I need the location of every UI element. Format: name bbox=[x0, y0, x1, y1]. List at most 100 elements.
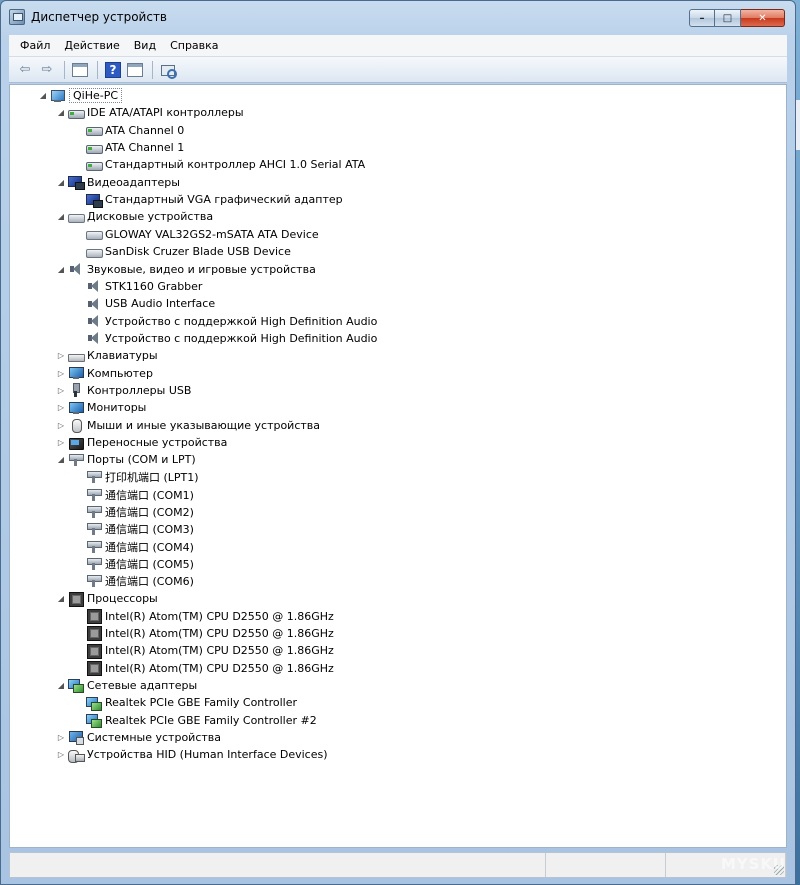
scan-hardware-icon bbox=[160, 62, 177, 79]
portable-icon bbox=[68, 436, 84, 450]
disk-icon bbox=[86, 227, 103, 241]
menu-action[interactable]: Действие bbox=[57, 36, 126, 56]
close-button[interactable]: ✕ bbox=[741, 9, 785, 27]
tree-device[interactable]: Intel(R) Atom(TM) CPU D2550 @ 1.86GHz bbox=[74, 608, 334, 625]
tree-category[interactable]: ◢ Порты (COM и LPT) bbox=[56, 451, 196, 468]
maximize-button[interactable]: □ bbox=[715, 9, 741, 27]
expand-arrow-icon[interactable]: ▷ bbox=[56, 347, 66, 364]
tree-category[interactable]: ▷ Контроллеры USB bbox=[56, 382, 191, 399]
tree-device[interactable]: 通信端口 (COM6) bbox=[74, 573, 194, 590]
title-bar[interactable]: Диспетчер устройств – □ ✕ bbox=[1, 1, 795, 33]
tree-device[interactable]: Realtek PCIe GBE Family Controller bbox=[74, 694, 297, 711]
back-button[interactable]: ⇦ bbox=[15, 60, 35, 80]
sound-icon bbox=[86, 314, 102, 328]
tree-device[interactable]: Intel(R) Atom(TM) CPU D2550 @ 1.86GHz bbox=[74, 642, 334, 659]
tree-item-label: Клавиатуры bbox=[87, 349, 158, 363]
tree-device[interactable]: STK1160 Grabber bbox=[74, 278, 202, 295]
tree-category[interactable]: ▷ Переносные устройства bbox=[56, 434, 227, 451]
collapse-arrow-icon[interactable]: ◢ bbox=[56, 208, 66, 225]
menu-view[interactable]: Вид bbox=[127, 36, 163, 56]
tree-device[interactable]: Устройство с поддержкой High Definition … bbox=[74, 313, 377, 330]
port-icon bbox=[86, 557, 102, 571]
collapse-arrow-icon[interactable]: ◢ bbox=[56, 451, 66, 468]
expand-arrow-icon[interactable]: ▷ bbox=[56, 434, 66, 451]
tree-device[interactable]: Стандартный VGA графический адаптер bbox=[74, 191, 343, 208]
tree-device[interactable]: ATA Channel 0 bbox=[74, 122, 184, 139]
tree-device[interactable]: 通信端口 (COM5) bbox=[74, 555, 194, 572]
tree-item-label: ATA Channel 1 bbox=[105, 141, 185, 155]
tree-device[interactable]: 通信端口 (COM3) bbox=[74, 521, 194, 538]
sound-icon bbox=[86, 279, 102, 293]
arrow-left-icon: ⇦ bbox=[19, 62, 31, 77]
show-hide-console-tree-button[interactable] bbox=[70, 60, 90, 80]
expand-arrow-icon[interactable]: ▷ bbox=[56, 729, 66, 746]
tree-item-label: Мыши и иные указывающие устройства bbox=[87, 418, 321, 432]
tree-item-label: Стандартный VGA графический адаптер bbox=[105, 193, 343, 207]
scan-hardware-button[interactable] bbox=[158, 60, 178, 80]
tree-device[interactable]: 打印机端口 (LPT1) bbox=[74, 469, 199, 486]
tree-category[interactable]: ▷ Компьютер bbox=[56, 365, 153, 382]
tree-category[interactable]: ◢ Сетевые адаптеры bbox=[56, 677, 197, 694]
tree-device[interactable]: Стандартный контроллер AHCI 1.0 Serial A… bbox=[74, 156, 365, 173]
port-icon bbox=[86, 470, 102, 484]
expand-arrow-icon[interactable]: ▷ bbox=[56, 365, 66, 382]
tree-category[interactable]: ▷ Системные устройства bbox=[56, 729, 221, 746]
expand-arrow-icon[interactable]: ▷ bbox=[56, 399, 66, 416]
tree-device[interactable]: USB Audio Interface bbox=[74, 295, 215, 312]
help-button[interactable]: ? bbox=[103, 60, 123, 80]
tree-root[interactable]: ◢ QiHe-PC bbox=[38, 87, 123, 104]
expand-arrow-icon[interactable]: ▷ bbox=[56, 417, 66, 434]
status-segment bbox=[10, 853, 546, 877]
action-pane-button[interactable] bbox=[125, 60, 145, 80]
tree-category[interactable]: ◢ Звуковые, видео и игровые устройства bbox=[56, 261, 316, 278]
tree-category[interactable]: ◢ Дисковые устройства bbox=[56, 208, 213, 225]
tree-device[interactable]: ATA Channel 1 bbox=[74, 139, 184, 156]
tree-device[interactable]: Intel(R) Atom(TM) CPU D2550 @ 1.86GHz bbox=[74, 625, 334, 642]
tree-device[interactable]: SanDisk Cruzer Blade USB Device bbox=[74, 243, 291, 260]
collapse-arrow-icon[interactable]: ◢ bbox=[56, 261, 66, 278]
collapse-arrow-icon[interactable]: ◢ bbox=[56, 677, 66, 694]
toolbar-separator bbox=[152, 60, 153, 79]
collapse-arrow-icon[interactable]: ◢ bbox=[56, 174, 66, 191]
tree-category[interactable]: ▷ Мыши и иные указывающие устройства bbox=[56, 417, 320, 434]
tree-category[interactable]: ◢ Видеоадаптеры bbox=[56, 174, 180, 191]
device-tree-pane[interactable]: ◢ QiHe-PC ◢ IDE ATA/ATAPI контроллеры ATA Ch… bbox=[9, 84, 787, 848]
expand-arrow-icon[interactable]: ▷ bbox=[56, 382, 66, 399]
menu-file[interactable]: Файл bbox=[13, 36, 57, 56]
tree-item-label: Порты (COM и LPT) bbox=[87, 453, 196, 467]
port-icon bbox=[86, 505, 102, 519]
ide-icon bbox=[86, 123, 103, 137]
tree-device[interactable]: 通信端口 (COM4) bbox=[74, 538, 194, 555]
collapse-arrow-icon[interactable]: ◢ bbox=[38, 87, 48, 104]
minimize-button[interactable]: – bbox=[689, 9, 715, 27]
collapse-arrow-icon[interactable]: ◢ bbox=[56, 590, 66, 607]
tree-category[interactable]: ◢ Процессоры bbox=[56, 590, 158, 607]
menu-help[interactable]: Справка bbox=[163, 36, 225, 56]
expand-arrow-icon[interactable]: ▷ bbox=[56, 746, 66, 763]
tree-item-label: Устройство с поддержкой High Definition … bbox=[105, 314, 378, 328]
tree-category[interactable]: ◢ IDE ATA/ATAPI контроллеры bbox=[56, 104, 244, 121]
tree-item-label: IDE ATA/ATAPI контроллеры bbox=[87, 106, 244, 120]
tree-device[interactable]: Realtek PCIe GBE Family Controller #2 bbox=[74, 712, 317, 729]
display-icon bbox=[68, 175, 85, 191]
forward-button[interactable]: ⇨ bbox=[37, 60, 57, 80]
tree-category[interactable]: ▷ Мониторы bbox=[56, 399, 146, 416]
tree-category[interactable]: ▷ Клавиатуры bbox=[56, 347, 158, 364]
tree-device[interactable]: 通信端口 (COM2) bbox=[74, 503, 194, 520]
port-icon bbox=[86, 574, 102, 588]
sound-icon bbox=[86, 297, 102, 311]
tree-device[interactable]: Устройство с поддержкой High Definition … bbox=[74, 330, 377, 347]
device-manager-icon bbox=[9, 9, 25, 25]
toolbar: ⇦ ⇨ ? bbox=[9, 57, 787, 83]
collapse-arrow-icon[interactable]: ◢ bbox=[56, 104, 66, 121]
tree-device[interactable]: GLOWAY VAL32GS2-mSATA ATA Device bbox=[74, 226, 319, 243]
tree-device[interactable]: 通信端口 (COM1) bbox=[74, 486, 194, 503]
computer-icon bbox=[50, 89, 66, 103]
tree-category[interactable]: ▷ Устройства HID (Human Interface Devices… bbox=[56, 746, 328, 763]
tree-device[interactable]: Intel(R) Atom(TM) CPU D2550 @ 1.86GHz bbox=[74, 660, 334, 677]
tree-item-label: 通信端口 (COM1) bbox=[105, 488, 194, 502]
